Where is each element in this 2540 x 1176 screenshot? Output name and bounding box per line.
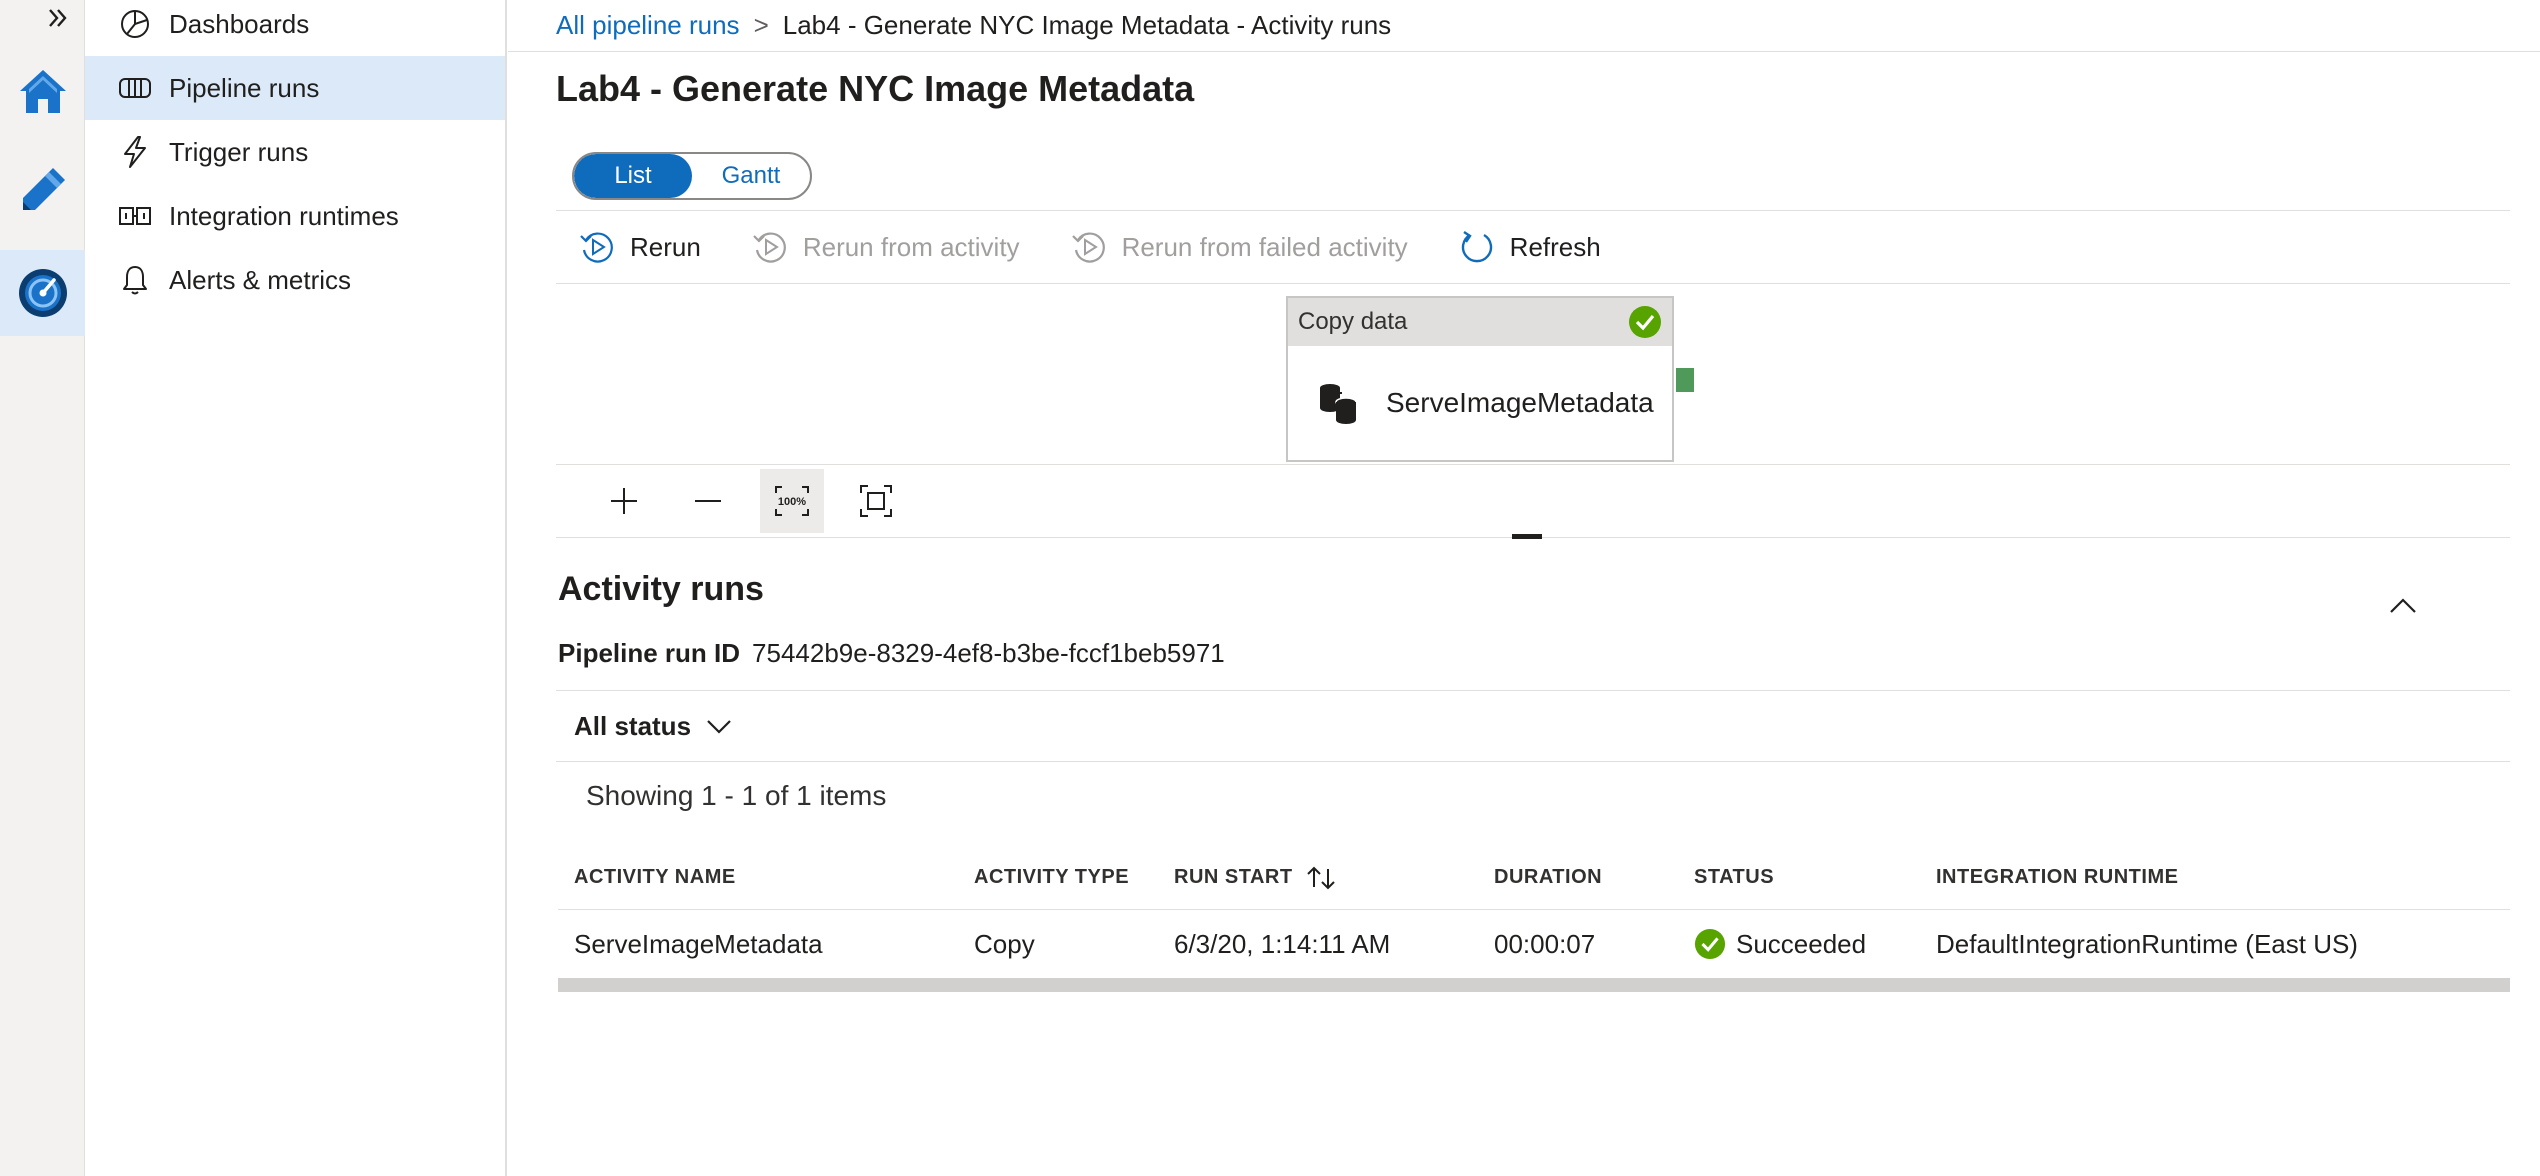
fit-to-screen-button[interactable] [844,469,908,533]
nav-item-label: Dashboards [169,8,310,39]
rail-home-button[interactable] [0,60,85,124]
zoom-controls: 100% [556,464,2510,538]
breadcrumb-link-all-pipeline-runs[interactable]: All pipeline runs [556,10,740,41]
run-id-label: Pipeline run ID [558,638,741,668]
status-filter-dropdown[interactable]: All status [574,711,691,742]
toggle-list[interactable]: List [574,154,692,198]
rerun-from-activity-label: Rerun from activity [802,231,1020,262]
rerun-button[interactable]: Rerun [578,228,701,266]
pipeline-canvas[interactable]: Copy data ServeImageMetadata [556,284,2510,464]
nav-item-label: Integration runtimes [169,200,399,231]
activity-node-body: ServeImageMetadata [1288,346,1672,460]
horizontal-scrollbar[interactable] [558,978,2510,992]
status-filter-bar: All status [556,690,2510,762]
toggle-gantt[interactable]: Gantt [692,154,810,198]
home-icon [19,70,66,113]
column-header-activity-name[interactable]: ACTIVITY NAME [558,866,958,889]
rail-author-button[interactable] [0,158,85,222]
cell-duration: 00:00:07 [1494,928,1596,959]
table-row[interactable]: ServeImageMetadata Copy 6/3/20, 1:14:11 … [558,910,2510,978]
fit-to-screen-icon [860,485,892,517]
zoom-in-button[interactable] [592,469,656,533]
nav-item-alerts-metrics[interactable]: Alerts & metrics [85,248,505,312]
activity-node-header: Copy data [1288,298,1672,346]
success-check-icon [1629,306,1661,338]
copy-data-icon [1320,384,1357,424]
view-toggle: List Gantt [572,152,812,200]
zoom-in-icon [611,488,637,514]
integration-runtime-icon [117,198,153,234]
column-header-run-start[interactable]: RUN START [1158,865,1478,891]
pane-splitter[interactable] [1512,534,1542,539]
rerun-from-failed-button[interactable]: Rerun from failed activity [1070,228,1408,266]
status-text: Succeeded [1736,928,1867,959]
run-id-value: 75442b9e-8329-4ef8-b3be-fccf1beb5971 [752,638,1225,668]
activity-node-type: Copy data [1298,308,1408,335]
rerun-from-activity-button[interactable]: Rerun from activity [751,228,1020,266]
rerun-from-activity-icon [753,232,786,263]
cell-integration-runtime: DefaultIntegrationRuntime (East US) [1936,928,2358,959]
collapse-button[interactable] [2388,596,2418,621]
nav-item-integration-runtimes[interactable]: Integration runtimes [85,184,505,248]
activity-runs-table: ACTIVITY NAME ACTIVITY TYPE RUN START DU… [558,846,2510,992]
refresh-label: Refresh [1509,231,1601,262]
activity-runs-title: Activity runs [558,570,764,608]
pencil-icon [22,168,65,210]
expand-rail-button[interactable] [0,0,85,36]
nav-item-trigger-runs[interactable]: Trigger runs [85,120,505,184]
table-header: ACTIVITY NAME ACTIVITY TYPE RUN START DU… [558,846,2510,910]
toolbar: Rerun Rerun from activity Rerun from fai… [556,210,2510,284]
cell-activity-name: ServeImageMetadata [574,928,823,959]
cell-run-start: 6/3/20, 1:14:11 AM [1174,928,1391,959]
chevron-down-icon[interactable] [705,716,733,736]
main-content: All pipeline runs > Lab4 - Generate NYC … [508,0,2540,1176]
sort-icon[interactable] [1305,865,1337,891]
zoom-100-icon: 100% [775,486,809,516]
bell-icon [117,262,153,298]
copy-data-activity-node[interactable]: Copy data ServeImageMetadata [1286,296,1674,462]
nav-item-dashboards[interactable]: Dashboards [85,0,505,56]
breadcrumb: All pipeline runs > Lab4 - Generate NYC … [508,0,2540,52]
breadcrumb-separator: > [753,10,769,40]
column-header-run-start-label: RUN START [1174,866,1293,888]
column-header-activity-type[interactable]: ACTIVITY TYPE [958,866,1158,889]
rail-monitor-button[interactable] [0,250,85,336]
pipeline-icon [117,70,153,106]
activity-output-port[interactable] [1676,368,1694,392]
rerun-from-failed-icon [1071,232,1105,263]
monitor-nav: Dashboards Pipeline runs Trigger runs In… [85,0,507,1176]
zoom-out-icon [695,500,721,502]
nav-item-label: Pipeline runs [169,72,320,103]
column-header-duration[interactable]: DURATION [1478,866,1678,889]
cell-activity-type: Copy [974,928,1035,959]
column-header-status[interactable]: STATUS [1678,866,1920,889]
zoom-100-button[interactable]: 100% [760,469,824,533]
chevron-up-icon [2390,598,2416,613]
success-check-icon [1694,928,1726,960]
rerun-from-failed-label: Rerun from failed activity [1121,231,1408,262]
dashboard-icon [117,6,153,42]
monitor-gauge-icon [18,269,67,317]
rerun-icon [580,232,613,263]
icon-rail [0,0,85,1176]
rerun-label: Rerun [630,231,701,262]
cell-status: Succeeded [1678,928,1920,960]
breadcrumb-current: Lab4 - Generate NYC Image Metadata - Act… [782,10,1392,40]
lightning-icon [117,134,153,170]
zoom-out-button[interactable] [676,469,740,533]
nav-item-label: Trigger runs [169,136,309,167]
svg-text:100%: 100% [778,496,806,508]
items-count: Showing 1 - 1 of 1 items [586,780,887,811]
nav-item-pipeline-runs[interactable]: Pipeline runs [85,56,505,120]
nav-item-label: Alerts & metrics [169,264,352,295]
pipeline-run-id: Pipeline run ID 75442b9e-8329-4ef8-b3be-… [558,638,1225,669]
page-title: Lab4 - Generate NYC Image Metadata [556,68,1195,109]
activity-node-name: ServeImageMetadata [1386,387,1654,418]
refresh-icon [1461,231,1492,263]
column-header-integration-runtime[interactable]: INTEGRATION RUNTIME [1920,866,2510,889]
double-chevron-right-icon [48,9,67,27]
refresh-button[interactable]: Refresh [1458,228,1601,266]
